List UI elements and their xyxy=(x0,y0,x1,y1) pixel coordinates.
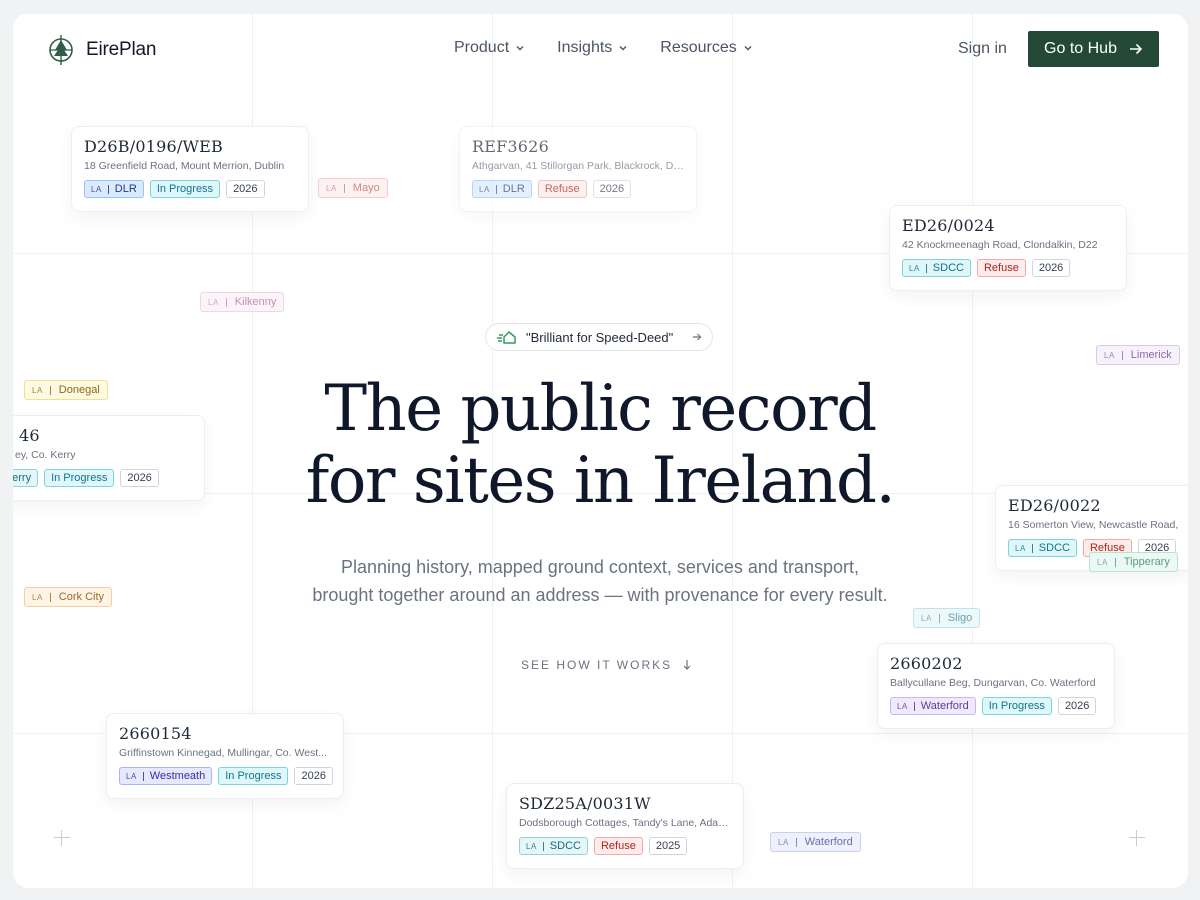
status-chip: In Progress xyxy=(981,697,1052,715)
card-address: Ballycullane Beg, Dungarvan, Co. Waterfo… xyxy=(890,677,1096,689)
card-address: 18 Greenfield Road, Mount Merrion, Dubli… xyxy=(84,160,285,172)
card-address: 42 Knockmeenagh Road, Clondalkin, D22 xyxy=(902,239,1098,251)
card-ref: 46 xyxy=(19,426,40,445)
top-nav: EirePlan Product Insights Resources Sign… xyxy=(13,13,1188,85)
house-speed-icon xyxy=(497,330,516,344)
brand-name: EirePlan xyxy=(86,39,157,60)
card-address: 16 Somerton View, Newcastle Road, Lucan xyxy=(1008,519,1182,531)
status-chip: Refuse xyxy=(976,259,1026,277)
hero-subtitle: Planning history, mapped ground context,… xyxy=(250,553,950,609)
year-chip: 2026 xyxy=(1031,259,1071,277)
card-ref: 2660154 xyxy=(119,724,192,743)
authority-chip: LA DLR xyxy=(84,180,144,198)
chevron-down-icon xyxy=(744,46,752,51)
authority-chip: LAKerry xyxy=(13,469,39,487)
card-address: Athgarvan, 41 Stillorgan Park, Blackrock… xyxy=(472,160,684,172)
menu-insights-label: Insights xyxy=(557,39,613,56)
card-ref: ED26/0024 xyxy=(902,216,995,235)
authority-chip: LA SDCC xyxy=(902,259,971,277)
status-chip: Refuse xyxy=(593,837,643,855)
chevron-down-icon xyxy=(516,46,524,51)
year-chip: 2026 xyxy=(592,180,632,198)
menu-insights[interactable]: Insights xyxy=(557,39,628,57)
sign-in-link[interactable]: Sign in xyxy=(958,40,1007,58)
subtitle-line-2: brought together around an address — wit… xyxy=(312,585,888,605)
headline-line-2: for sites in Ireland. xyxy=(305,444,896,518)
la-tag-mayo[interactable]: LA Mayo xyxy=(318,178,388,198)
testimonial-text: "Brilliant for Speed-Deed" xyxy=(526,329,674,345)
card-ref: D26B/0196/WEB xyxy=(84,137,223,156)
authority-chip: LA SDCC xyxy=(1008,539,1077,557)
headline-line-1: The public record xyxy=(324,372,877,446)
application-card[interactable]: D26B/0196/WEB 18 Greenfield Road, Mount … xyxy=(71,126,309,212)
card-ref: 2660202 xyxy=(890,654,963,673)
application-card[interactable]: ED26/0024 42 Knockmeenagh Road, Clondalk… xyxy=(889,205,1127,291)
card-ref: ED26/0022 xyxy=(1008,496,1101,515)
menu-resources[interactable]: Resources xyxy=(660,39,752,57)
authority-chip: LA Westmeath xyxy=(119,767,213,785)
card-address: Dodsborough Cottages, Tandy's Lane, Adam… xyxy=(519,817,731,829)
application-card[interactable]: 46 ey, Co. Kerry LAKerry In Progress 202… xyxy=(13,415,205,501)
card-address: Griffinstown Kinnegad, Mullingar, Co. We… xyxy=(119,747,327,759)
card-address: ey, Co. Kerry xyxy=(15,449,76,461)
card-ref: REF3626 xyxy=(472,137,549,156)
arrow-right-icon xyxy=(1129,43,1143,55)
year-chip: 2026 xyxy=(1057,697,1097,715)
la-tag-waterford[interactable]: LA Waterford xyxy=(770,832,861,852)
year-chip: 2026 xyxy=(294,767,333,785)
year-chip: 2025 xyxy=(648,837,688,855)
application-card[interactable]: SDZ25A/0031W Dodsborough Cottages, Tandy… xyxy=(506,783,744,869)
menu-product-label: Product xyxy=(454,39,510,56)
arrow-right-icon xyxy=(693,333,702,341)
year-chip: 2026 xyxy=(120,469,159,487)
main-menu: Product Insights Resources xyxy=(454,39,753,57)
see-how-it-works-link[interactable]: SEE HOW IT WORKS xyxy=(521,658,692,672)
chevron-down-icon xyxy=(619,46,627,51)
card-ref: SDZ25A/0031W xyxy=(519,794,651,813)
la-tag-donegal[interactable]: LA Donegal xyxy=(24,380,108,400)
status-chip: In Progress xyxy=(44,469,115,487)
hero-headline: The public record for sites in Ireland. xyxy=(200,373,1000,517)
compass-tree-icon xyxy=(49,35,73,65)
go-to-hub-button[interactable]: Go to Hub xyxy=(1028,31,1159,67)
application-card[interactable]: 2660202 Ballycullane Beg, Dungarvan, Co.… xyxy=(877,643,1115,729)
go-to-hub-label: Go to Hub xyxy=(1044,40,1117,57)
la-tag-limerick[interactable]: LA Limerick xyxy=(1096,345,1180,365)
application-card[interactable]: REF3626 Athgarvan, 41 Stillorgan Park, B… xyxy=(459,126,697,212)
status-chip: In Progress xyxy=(149,180,221,198)
testimonial-badge[interactable]: "Brilliant for Speed-Deed" xyxy=(485,323,713,351)
authority-chip: LA DLR xyxy=(472,180,532,198)
la-tag-kilkenny[interactable]: LA Kilkenny xyxy=(200,292,285,312)
authority-chip: LA Waterford xyxy=(890,697,976,715)
la-tag-tipperary[interactable]: LA Tipperary xyxy=(1089,552,1178,572)
la-tag-cork-city[interactable]: LA Cork City xyxy=(24,587,113,607)
plus-mark-icon xyxy=(1129,830,1145,846)
subtitle-line-1: Planning history, mapped ground context,… xyxy=(341,557,859,577)
status-chip: Refuse xyxy=(537,180,587,198)
authority-chip: LA SDCC xyxy=(519,837,588,855)
menu-resources-label: Resources xyxy=(660,39,737,56)
year-chip: 2026 xyxy=(226,180,265,198)
see-how-label: SEE HOW IT WORKS xyxy=(521,658,673,672)
brand-logo[interactable]: EirePlan xyxy=(46,33,156,67)
menu-product[interactable]: Product xyxy=(454,39,525,57)
la-tag-sligo[interactable]: LA Sligo xyxy=(913,608,981,628)
page-frame: EirePlan Product Insights Resources Sign… xyxy=(13,13,1188,888)
status-chip: In Progress xyxy=(218,767,289,785)
application-card[interactable]: 2660154 Griffinstown Kinnegad, Mullingar… xyxy=(106,713,344,799)
plus-mark-icon xyxy=(54,830,70,846)
arrow-down-icon xyxy=(683,660,691,670)
